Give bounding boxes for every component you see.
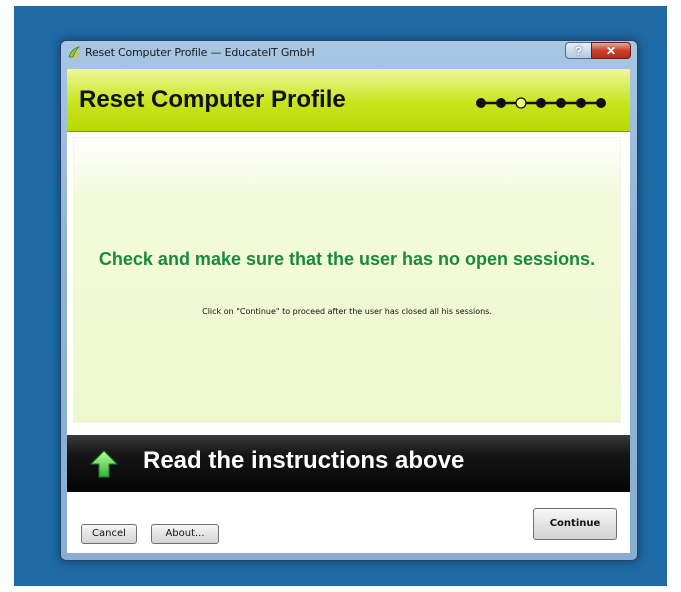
wizard-client-area: Reset Computer Profile Check and make su…: [67, 69, 630, 553]
up-arrow-icon: [89, 450, 119, 478]
about-button[interactable]: About...: [151, 524, 219, 544]
continue-button[interactable]: Continue: [533, 508, 617, 540]
app-logo-icon: [68, 46, 81, 58]
page-title: Reset Computer Profile: [79, 86, 346, 113]
wizard-header: Reset Computer Profile: [67, 69, 630, 132]
title-bar-controls: ? ✕: [565, 42, 631, 59]
step-dot: [496, 98, 506, 108]
wizard-footer: Cancel About... Continue: [67, 492, 630, 553]
cancel-button[interactable]: Cancel: [81, 524, 137, 544]
step-dot: [596, 98, 606, 108]
step-progress-indicator: [476, 97, 606, 109]
step-dot: [556, 98, 566, 108]
instructions-banner: Read the instructions above: [67, 435, 630, 492]
step-dot: [476, 98, 486, 108]
instruction-subtext: Click on "Continue" to proceed after the…: [202, 307, 492, 316]
close-button[interactable]: ✕: [591, 42, 631, 59]
step-dot-current: [515, 97, 527, 109]
step-dot: [536, 98, 546, 108]
banner-text: Read the instructions above: [143, 447, 465, 474]
step-dot: [576, 98, 586, 108]
help-button[interactable]: ?: [565, 42, 591, 59]
window-title: Reset Computer Profile — EducateIT GmbH: [85, 46, 315, 59]
instruction-headline: Check and make sure that the user has no…: [98, 249, 596, 269]
app-window: Reset Computer Profile — EducateIT GmbH …: [60, 40, 638, 561]
title-bar[interactable]: Reset Computer Profile — EducateIT GmbH …: [61, 41, 637, 63]
instruction-panel: Check and make sure that the user has no…: [73, 137, 621, 423]
